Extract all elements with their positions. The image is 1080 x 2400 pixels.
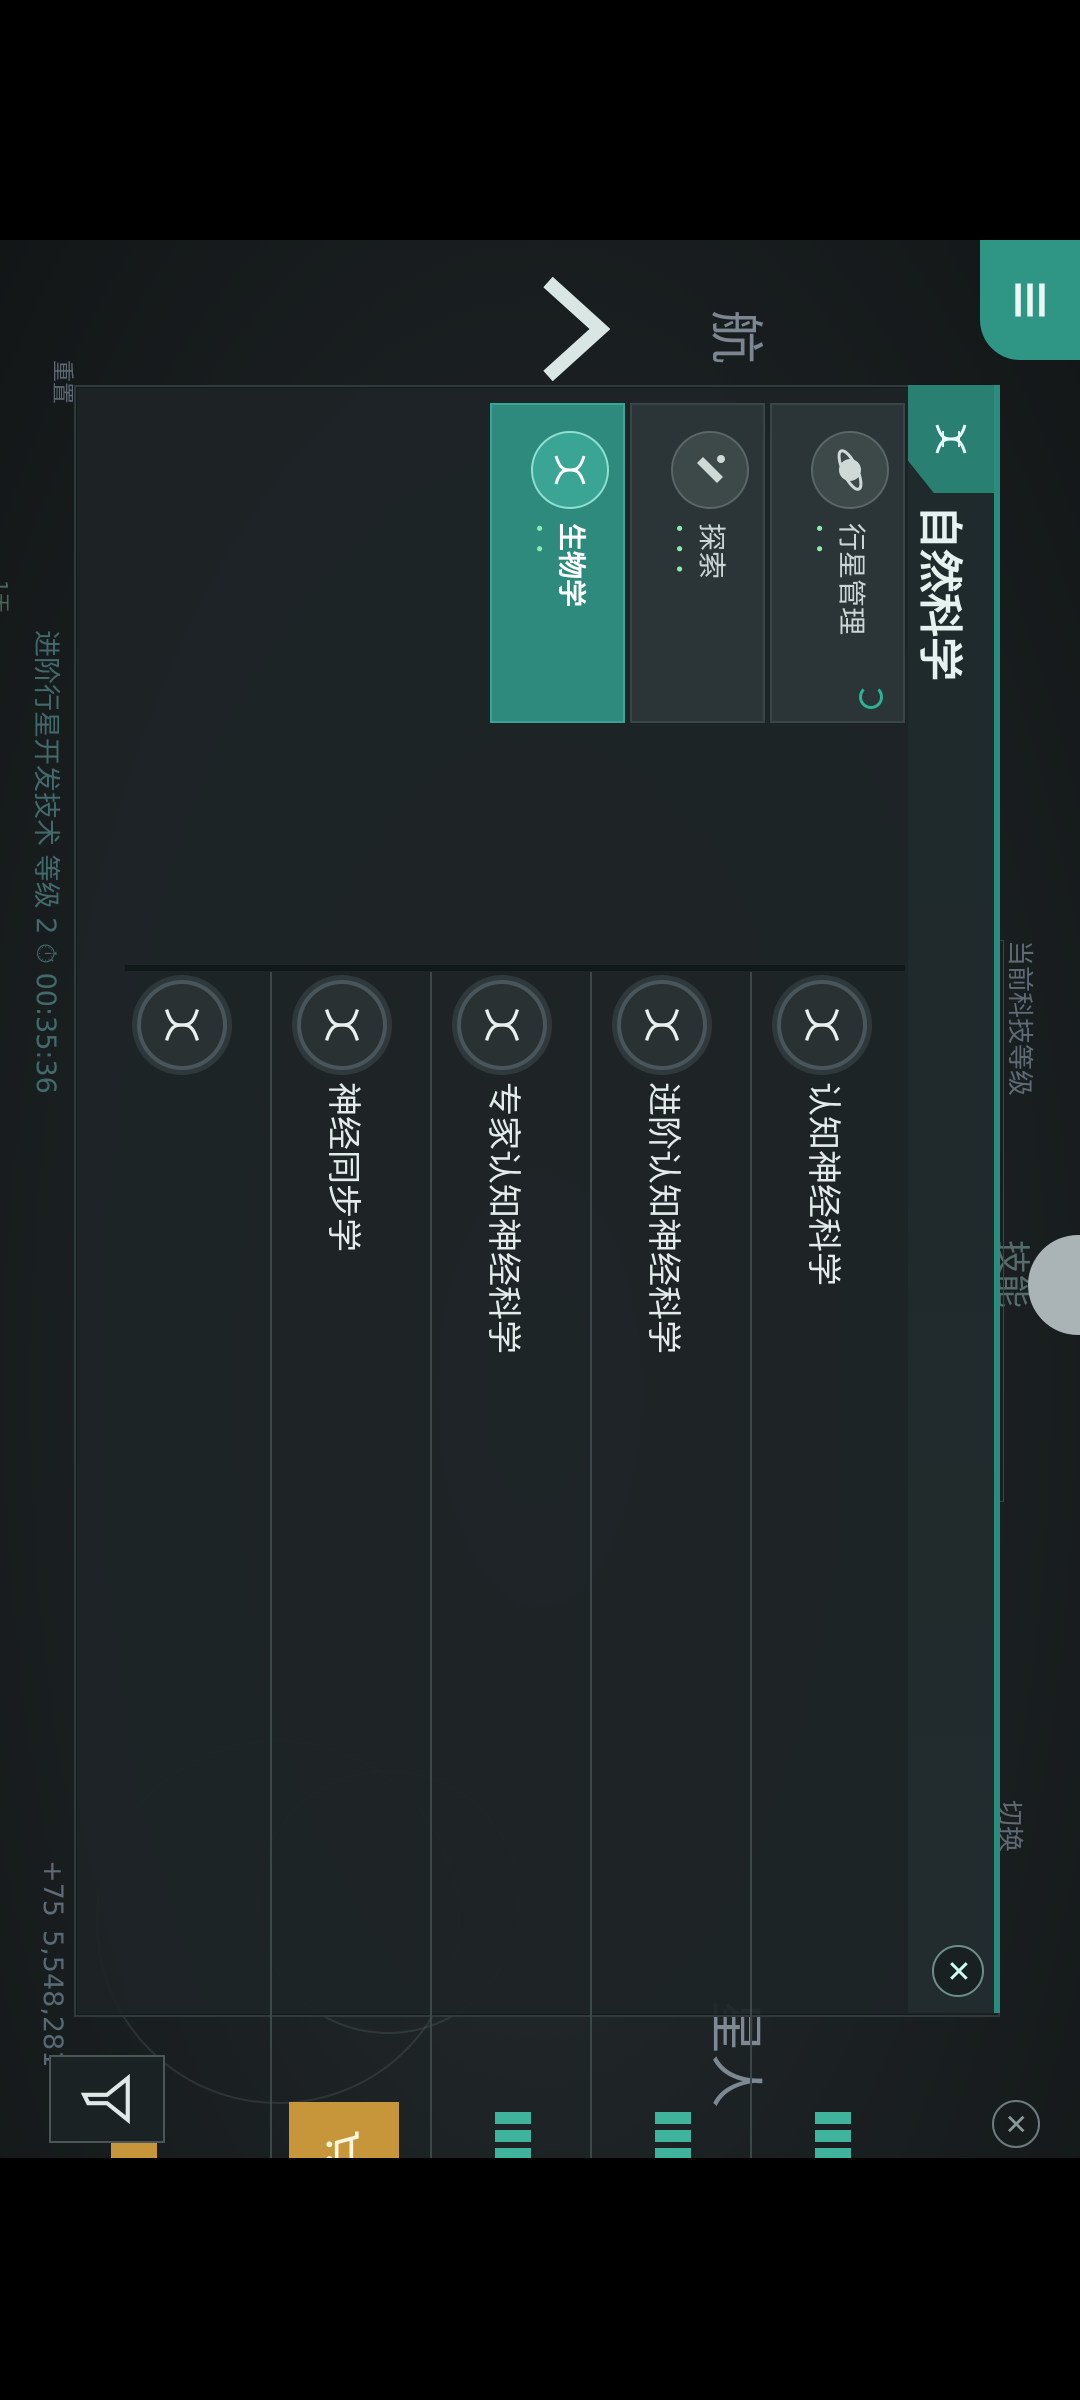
planet-icon bbox=[811, 431, 889, 509]
dna-icon bbox=[531, 431, 609, 509]
level-bars bbox=[495, 2112, 531, 2158]
category-exploration[interactable]: 探索 • • • bbox=[630, 403, 765, 723]
filter-icon bbox=[80, 2074, 130, 2124]
category-label: 生物学 bbox=[555, 523, 588, 608]
list-divider bbox=[125, 965, 905, 971]
dna-icon bbox=[617, 980, 707, 1070]
panel-header: 自然科学 bbox=[908, 385, 994, 2013]
tech-name: 专家认知神经科学 bbox=[483, 1082, 523, 1354]
cart-icon bbox=[326, 2131, 359, 2158]
letterbox-bottom bbox=[0, 2158, 1080, 2400]
dna-icon bbox=[137, 980, 227, 1070]
buy-button[interactable] bbox=[289, 2102, 399, 2158]
tech-name: 认知神经科学 bbox=[803, 1082, 843, 1286]
tech-name: 神经同步学 bbox=[323, 1082, 363, 1252]
tech-row[interactable]: 专家认知神经科学 bbox=[430, 972, 585, 2158]
panel-accent-line bbox=[994, 385, 1000, 2013]
tech-row[interactable]: 神经同步学 bbox=[270, 972, 425, 2158]
research-progress-text: 进阶行星开发技术 等级 2 ⏱ 00:35:36 bbox=[30, 630, 61, 1094]
tech-name: 进阶认知神经科学 bbox=[643, 1082, 683, 1354]
level-bars bbox=[815, 2112, 851, 2158]
filter-button[interactable] bbox=[49, 2055, 165, 2143]
back-button[interactable] bbox=[536, 274, 611, 384]
tech-row[interactable]: 认知神经科学 bbox=[750, 972, 905, 2158]
category-list: 行星管理 • • 探索 • • • 生物学 • • bbox=[120, 403, 905, 723]
resource-count: 5,548,281 bbox=[37, 1930, 68, 2068]
panel-title: 自然科学 bbox=[914, 505, 965, 681]
dna-icon bbox=[908, 385, 994, 493]
close-icon: ✕ bbox=[940, 1958, 976, 1984]
menu-icon bbox=[1015, 283, 1045, 317]
category-progress-dots: • • bbox=[808, 523, 829, 556]
tech-level-label: 当前科技等级 bbox=[1004, 940, 1034, 1097]
category-progress-dots: • • • bbox=[668, 523, 689, 577]
satellite-icon bbox=[671, 431, 749, 509]
letterbox-top bbox=[0, 0, 1080, 240]
category-progress-dots: • • bbox=[528, 523, 549, 556]
outer-close-button[interactable]: ✕ bbox=[992, 2100, 1040, 2148]
category-label: 行星管理 bbox=[835, 523, 868, 636]
game-stage: 技能 当前科技等级 航 星人 切换 进阶行星开发技术 等级 2 ⏱ 00:35:… bbox=[0, 240, 1080, 2158]
dna-icon bbox=[297, 980, 387, 1070]
dna-icon bbox=[457, 980, 547, 1070]
category-planet-management[interactable]: 行星管理 • • bbox=[770, 403, 905, 723]
category-label: 探索 bbox=[695, 523, 728, 580]
close-button[interactable]: ✕ bbox=[932, 1945, 984, 1997]
category-biology[interactable]: 生物学 • • bbox=[490, 403, 625, 723]
menu-button[interactable] bbox=[980, 240, 1080, 360]
tech-row[interactable]: 进阶认知神经科学 bbox=[590, 972, 745, 2158]
planet-label-left: 航 bbox=[704, 310, 767, 364]
loading-spinner bbox=[859, 685, 883, 709]
tech-row[interactable] bbox=[110, 972, 265, 2158]
chevron-up-icon bbox=[543, 276, 611, 382]
dna-icon bbox=[777, 980, 867, 1070]
star-count: +75 bbox=[37, 1860, 68, 1917]
level-bars bbox=[655, 2112, 691, 2158]
time-label: 1天 bbox=[0, 580, 12, 613]
